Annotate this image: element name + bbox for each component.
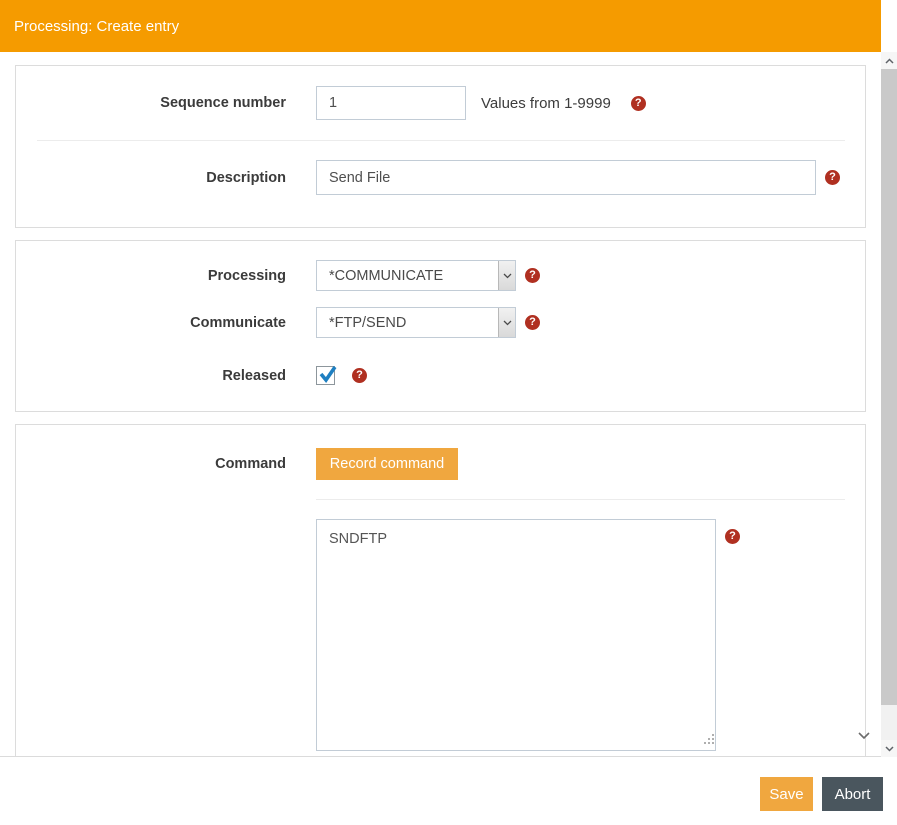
help-glyph: ? — [529, 270, 536, 281]
panel-processing: Processing *COMMUNICATE ? Communicate *F… — [15, 240, 866, 412]
checkmark-icon — [317, 364, 339, 390]
command-label: Command — [16, 456, 316, 472]
released-label: Released — [16, 368, 316, 384]
dialog-header: Processing: Create entry — [0, 0, 881, 52]
scrollbar-track[interactable] — [881, 705, 897, 740]
help-glyph: ? — [729, 531, 736, 542]
record-command-button[interactable]: Record command — [316, 448, 458, 480]
dialog-body: Sequence number Values from 1-9999 ? Des… — [0, 52, 881, 757]
resize-grip-icon[interactable] — [704, 731, 714, 749]
help-icon[interactable]: ? — [725, 529, 740, 544]
help-glyph: ? — [829, 172, 836, 183]
panel-general: Sequence number Values from 1-9999 ? Des… — [15, 65, 866, 228]
communicate-label: Communicate — [16, 315, 316, 331]
help-icon[interactable]: ? — [525, 315, 540, 330]
description-input[interactable] — [316, 160, 816, 195]
panel-command: Command Record command SNDFTP — [15, 424, 866, 757]
help-icon[interactable]: ? — [352, 368, 367, 383]
scroll-down-button[interactable] — [881, 740, 897, 757]
communicate-select[interactable]: *FTP/SEND — [316, 307, 516, 338]
processing-label: Processing — [16, 268, 316, 284]
help-glyph: ? — [529, 317, 536, 328]
processing-select[interactable]: *COMMUNICATE — [316, 260, 516, 291]
command-textarea[interactable]: SNDFTP — [316, 519, 716, 751]
chevron-down-icon — [498, 308, 515, 337]
released-row: Released ? — [16, 366, 865, 385]
help-icon[interactable]: ? — [631, 96, 646, 111]
save-button[interactable]: Save — [760, 777, 813, 811]
help-icon[interactable]: ? — [525, 268, 540, 283]
sequence-number-hint: Values from 1-9999 — [481, 95, 611, 112]
chevron-down-icon — [498, 261, 515, 290]
sequence-number-label: Sequence number — [16, 95, 316, 111]
sequence-number-row: Sequence number Values from 1-9999 ? — [16, 86, 865, 120]
processing-row: Processing *COMMUNICATE ? — [16, 260, 865, 291]
help-glyph: ? — [635, 98, 642, 109]
communicate-row: Communicate *FTP/SEND ? — [16, 307, 865, 338]
abort-button[interactable]: Abort — [822, 777, 883, 811]
dialog-title: Processing: Create entry — [14, 18, 179, 35]
content-scroll-down-icon[interactable] — [858, 727, 870, 745]
scroll-up-button[interactable] — [881, 52, 897, 69]
command-text-row: SNDFTP ? — [16, 519, 865, 751]
processing-create-entry-dialog: Processing: Create entry Sequence number… — [0, 0, 897, 825]
description-label: Description — [16, 170, 316, 186]
help-icon[interactable]: ? — [825, 170, 840, 185]
vertical-scrollbar[interactable] — [881, 0, 897, 757]
communicate-selected-value: *FTP/SEND — [317, 308, 498, 337]
scrollbar-spacer — [881, 0, 897, 52]
divider — [37, 140, 845, 141]
description-row: Description ? — [16, 160, 865, 195]
command-row: Command Record command — [16, 448, 865, 480]
processing-selected-value: *COMMUNICATE — [317, 261, 498, 290]
dialog-footer: Save Abort — [0, 757, 897, 825]
help-glyph: ? — [356, 370, 363, 381]
command-textarea-wrapper: SNDFTP — [316, 519, 716, 751]
scrollbar-thumb[interactable] — [881, 69, 897, 705]
released-checkbox[interactable] — [316, 366, 335, 385]
sequence-number-input[interactable] — [316, 86, 466, 120]
divider — [316, 499, 845, 500]
